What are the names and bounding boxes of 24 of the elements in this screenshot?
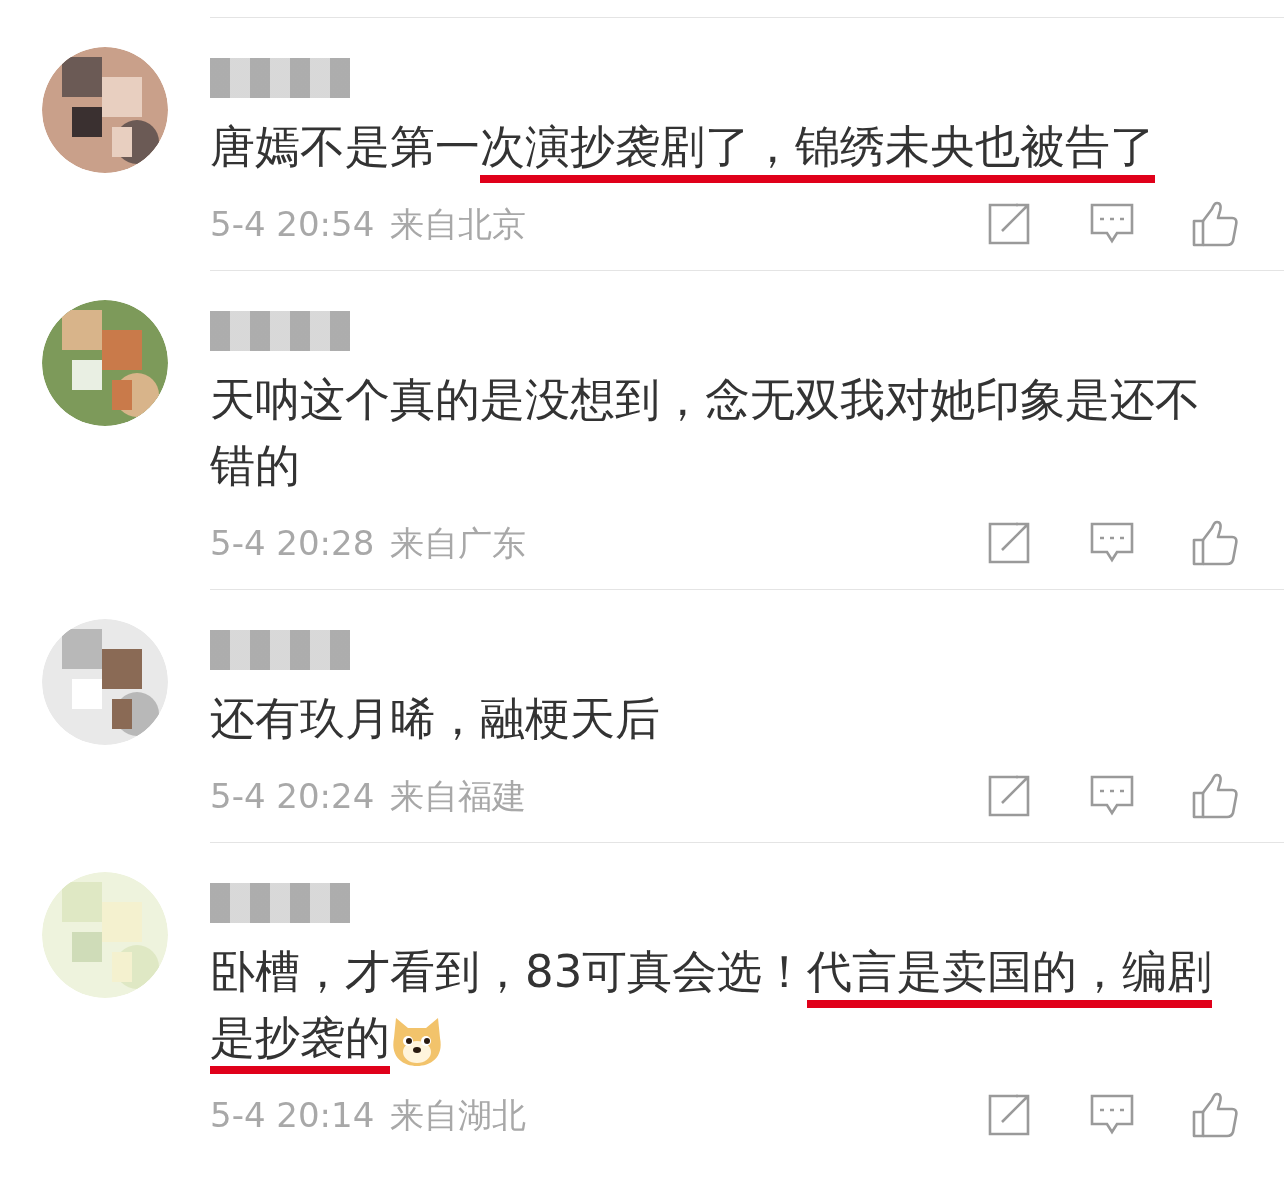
comment-time: 5-4 20:28 [210, 521, 375, 565]
comment-icon[interactable] [1090, 522, 1134, 564]
thumbs-up-icon[interactable] [1192, 201, 1238, 247]
thumbs-up-icon[interactable] [1192, 520, 1238, 566]
comment-text: 唐嫣不是第一次演抄袭剧了，锦绣未央也被告了 [210, 114, 1235, 180]
comment-icon[interactable] [1090, 203, 1134, 245]
comment-icon[interactable] [1090, 1094, 1134, 1136]
comment-icon[interactable] [1090, 775, 1134, 817]
comment-location: 来自北京 [390, 202, 527, 246]
edit-icon[interactable] [988, 1094, 1032, 1136]
comment-location: 来自湖北 [390, 1093, 527, 1137]
comment-location: 来自广东 [390, 521, 527, 565]
comment-text: 天呐这个真的是没想到，念无双我对她印象是还不错的 [210, 372, 1201, 494]
comment-time: 5-4 20:54 [210, 202, 375, 246]
comment-location: 来自福建 [390, 774, 527, 818]
comment-time: 5-4 20:14 [210, 1093, 375, 1137]
thumbs-up-icon[interactable] [1192, 1092, 1238, 1138]
comment-time: 5-4 20:24 [210, 774, 375, 818]
edit-icon[interactable] [988, 775, 1032, 817]
edit-icon[interactable] [988, 203, 1032, 245]
edit-icon[interactable] [988, 522, 1032, 564]
comment-text: 还有玖月晞，融梗天后 [210, 691, 661, 747]
comment-text: 卧槽，才看到，83可真会选！代言是卖国的，编剧是抄袭的 [210, 939, 1235, 1071]
thumbs-up-icon[interactable] [1192, 773, 1238, 819]
